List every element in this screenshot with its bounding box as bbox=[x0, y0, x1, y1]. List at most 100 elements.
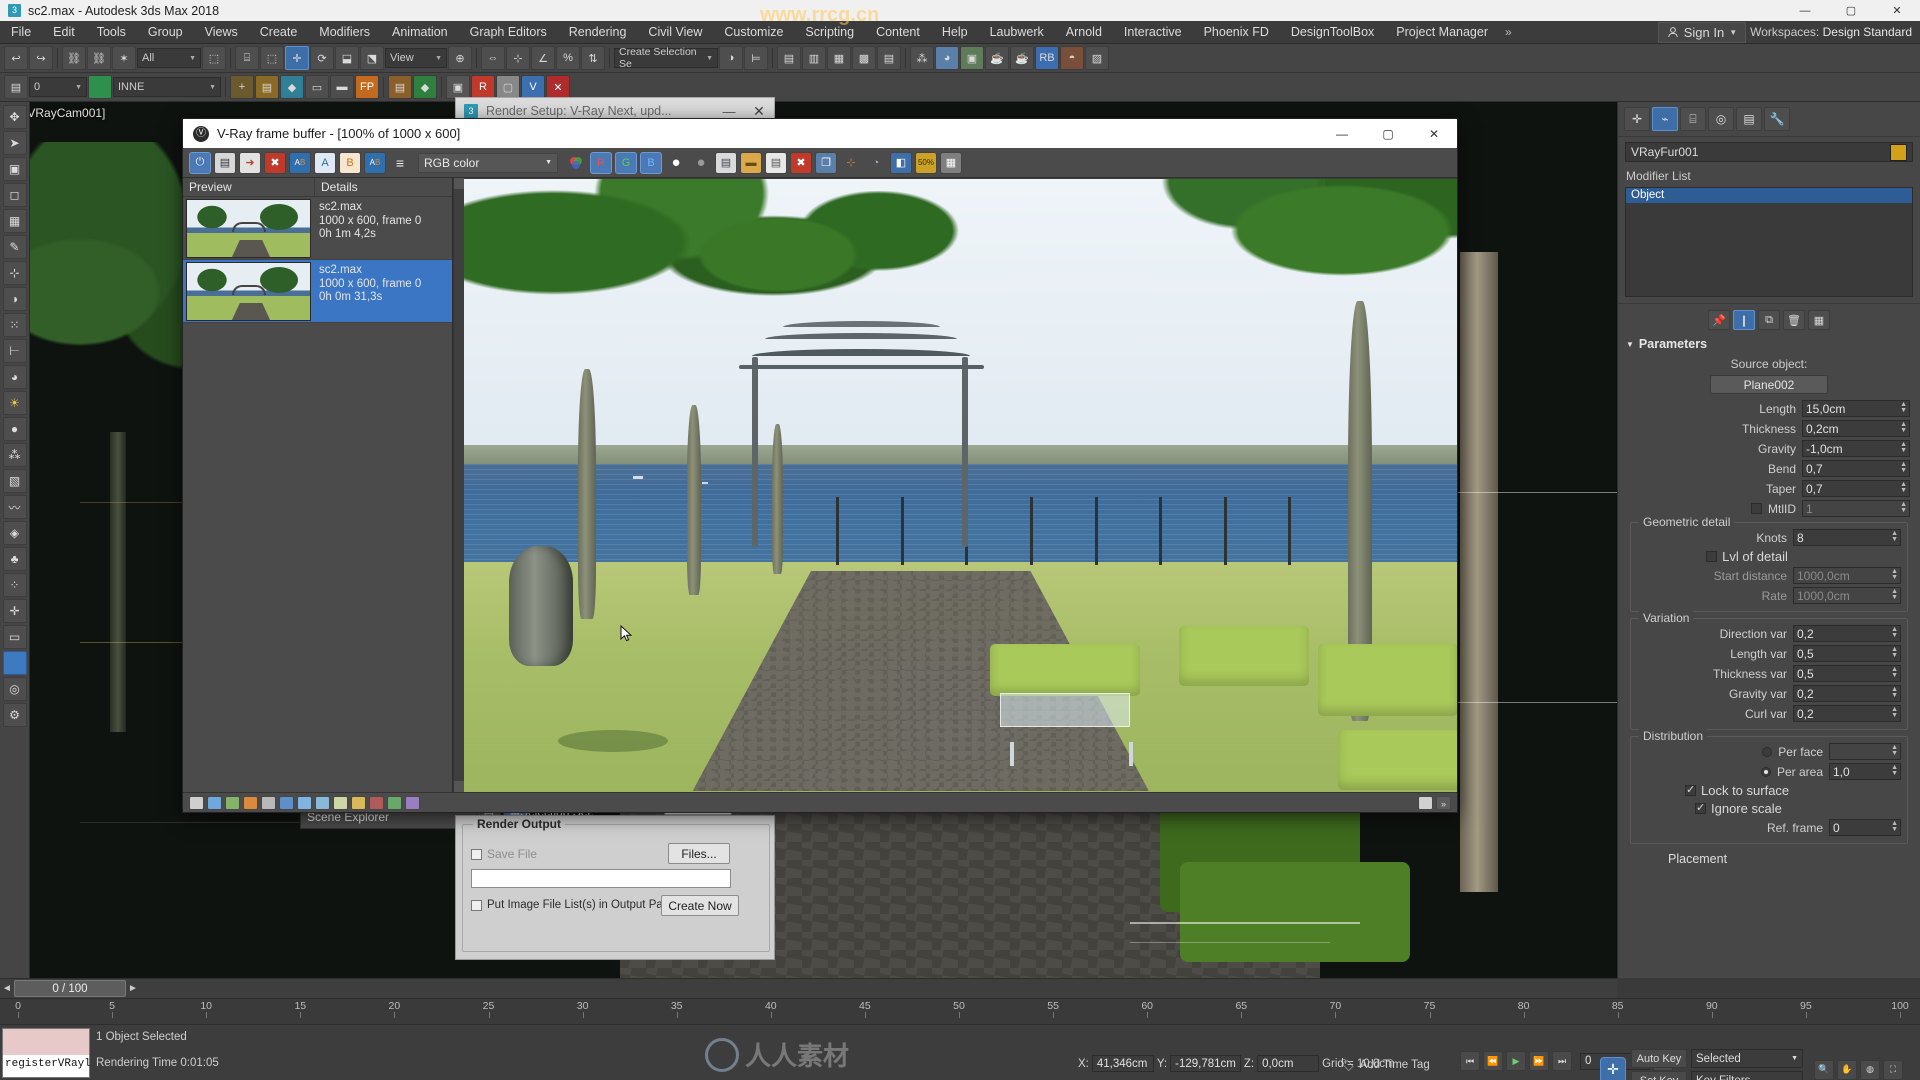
sun-icon[interactable]: ☀ bbox=[2, 391, 27, 415]
grid-icon[interactable]: ▦ bbox=[2, 209, 27, 233]
files-button[interactable]: Files... bbox=[668, 843, 730, 864]
previous-frame-icon[interactable]: ⏪ bbox=[1483, 1051, 1503, 1071]
vfb-maximize-button[interactable]: ▢ bbox=[1365, 119, 1411, 148]
menu-overflow-icon[interactable]: » bbox=[1499, 25, 1518, 39]
vray-proxy-icon[interactable]: ◈ bbox=[2, 521, 27, 545]
forest-icon[interactable]: ♣ bbox=[2, 547, 27, 571]
utilities-tab-icon[interactable]: 🔧 bbox=[1764, 107, 1790, 131]
spinner-arrows-icon[interactable]: ▲ ▼ bbox=[1891, 686, 1898, 699]
track-bar[interactable]: 0 5 10 15 20 25 30 35 40 45 50 55 60 65 70 75 80 85 90 95 10… bbox=[0, 998, 1920, 1024]
duplicate-vfb-icon[interactable]: ❐ bbox=[815, 151, 837, 174]
geometry-icon[interactable]: ▣ bbox=[2, 157, 27, 181]
scale-icon[interactable]: ⬓ bbox=[335, 46, 359, 70]
undo-icon[interactable]: ↩ bbox=[4, 46, 28, 70]
layer-manager-icon[interactable]: ▤ bbox=[4, 75, 28, 99]
stop-render-icon[interactable]: ✖ bbox=[790, 151, 812, 174]
menu-phoenix-fd[interactable]: Phoenix FD bbox=[1193, 21, 1280, 44]
minimize-button[interactable]: — bbox=[1782, 0, 1828, 21]
display-tab-icon[interactable]: ▤ bbox=[1736, 107, 1762, 131]
show-a-icon[interactable]: A bbox=[314, 151, 336, 174]
srgb-icon[interactable] bbox=[207, 795, 222, 810]
vignette-icon[interactable] bbox=[261, 795, 276, 810]
layer-color-icon[interactable] bbox=[88, 75, 112, 99]
mtlid-checkbox[interactable] bbox=[1751, 503, 1762, 514]
vfb-close-button[interactable]: ✕ bbox=[1411, 119, 1457, 148]
cloth-icon[interactable]: ▧ bbox=[2, 469, 27, 493]
save-file-checkbox[interactable] bbox=[471, 848, 482, 860]
selection-filter-combo[interactable]: All ▼ bbox=[137, 48, 201, 68]
pin-stack-icon[interactable]: 📌 bbox=[1708, 310, 1730, 330]
render-preview-icon[interactable]: ▣ bbox=[446, 75, 470, 99]
length-spinner[interactable]: 15,0cm ▲ ▼ bbox=[1802, 400, 1910, 417]
gravity-var-spinner[interactable]: 0,2 ▲ ▼ bbox=[1793, 685, 1901, 702]
region-render-icon[interactable]: ⊹ bbox=[840, 151, 862, 174]
spinner-arrows-icon[interactable]: ▲ ▼ bbox=[1891, 820, 1898, 833]
sphere-icon[interactable]: ● bbox=[2, 417, 27, 441]
layer-diamond-icon[interactable]: ◆ bbox=[280, 75, 304, 99]
gravity-spinner[interactable]: -1,0cm ▲ ▼ bbox=[1802, 440, 1910, 457]
container-icon[interactable]: ▤ bbox=[388, 75, 412, 99]
material-icon[interactable]: ◕ bbox=[2, 365, 27, 389]
set-key-button[interactable]: Set Key bbox=[1631, 1071, 1687, 1080]
menu-content[interactable]: Content bbox=[865, 21, 931, 44]
snapshot-icon[interactable]: ▭ bbox=[305, 75, 329, 99]
helper-icon[interactable]: ✛ bbox=[2, 599, 27, 623]
ref-frame-spinner[interactable]: 0 ▲ ▼ bbox=[1829, 819, 1901, 836]
spinner-arrows-icon[interactable]: ▲ ▼ bbox=[1891, 666, 1898, 679]
time-slider[interactable]: ◄ 0 / 100 ► bbox=[0, 978, 1617, 998]
mirror-icon[interactable]: ◑ bbox=[719, 46, 743, 70]
activeshade-icon[interactable]: ◓ bbox=[1060, 46, 1084, 70]
spinner-arrows-icon[interactable]: ▲ ▼ bbox=[1891, 646, 1898, 659]
render-batch-icon[interactable]: RB bbox=[1035, 46, 1059, 70]
key-filters-button[interactable]: Key Filters... bbox=[1691, 1071, 1803, 1080]
select-region-icon[interactable]: ⬚ bbox=[260, 46, 284, 70]
channel-list-icon[interactable]: ≡ bbox=[389, 151, 411, 174]
lvl-of-detail-checkbox[interactable] bbox=[1706, 551, 1718, 562]
create-tab-icon[interactable]: ✛ bbox=[1624, 107, 1650, 131]
modifier-stack-item[interactable]: Object bbox=[1626, 188, 1912, 203]
spinner-arrows-icon[interactable]: ▲ ▼ bbox=[1900, 481, 1907, 494]
lut-icon[interactable] bbox=[351, 795, 366, 810]
thickness-var-spinner[interactable]: 0,5 ▲ ▼ bbox=[1793, 665, 1901, 682]
source-object-button[interactable]: Plane002 bbox=[1710, 375, 1828, 394]
snapshot2-icon[interactable]: ▬ bbox=[330, 75, 354, 99]
save-image-icon[interactable]: ▤ bbox=[214, 151, 236, 174]
display-icon[interactable]: ◎ bbox=[2, 677, 27, 701]
select-link-icon[interactable]: ⛓ bbox=[62, 46, 86, 70]
menu-graph-editors[interactable]: Graph Editors bbox=[459, 21, 558, 44]
menu-animation[interactable]: Animation bbox=[381, 21, 459, 44]
show-b-icon[interactable]: B bbox=[339, 151, 361, 174]
create-icon[interactable]: ✥ bbox=[2, 105, 27, 129]
play-animation-icon[interactable]: ▶ bbox=[1506, 1051, 1526, 1071]
render-setup-icon[interactable]: ▣ bbox=[960, 46, 984, 70]
y-field[interactable]: -129,781cm bbox=[1170, 1055, 1241, 1072]
material-editor-icon[interactable]: ◕ bbox=[935, 46, 959, 70]
spinner-arrows-icon[interactable]: ▲ ▼ bbox=[1891, 744, 1898, 757]
use-pivot-center-icon[interactable]: ⊕ bbox=[448, 46, 472, 70]
menu-laubwerk[interactable]: Laubwerk bbox=[979, 21, 1055, 44]
bend-spinner[interactable]: 0,7 ▲ ▼ bbox=[1802, 460, 1910, 477]
menu-arnold[interactable]: Arnold bbox=[1055, 21, 1113, 44]
time-next-frame-button[interactable]: ► bbox=[126, 983, 140, 994]
array-icon[interactable]: ⁙ bbox=[2, 313, 27, 337]
start-distance-spinner[interactable]: 1000,0cm ▲ ▼ bbox=[1793, 567, 1901, 584]
percent-snap-icon[interactable]: % bbox=[556, 46, 580, 70]
spinner-snap-icon[interactable]: ⇅ bbox=[581, 46, 605, 70]
modify-tab-icon[interactable]: ⌁ bbox=[1652, 107, 1678, 131]
go-to-start-icon[interactable]: ⏮ bbox=[1460, 1051, 1480, 1071]
layer-filter-combo[interactable]: 0 ▼ bbox=[29, 77, 87, 97]
render-setup-dialog-icon[interactable]: R bbox=[471, 75, 495, 99]
hierarchy-tab-icon[interactable]: ⌸ bbox=[1680, 107, 1706, 131]
snap-toggle-icon[interactable]: ⊹ bbox=[506, 46, 530, 70]
rotate-icon[interactable]: ⟳ bbox=[310, 46, 334, 70]
region-icon[interactable] bbox=[1418, 795, 1433, 810]
color-corrections-icon[interactable]: ▦ bbox=[940, 151, 962, 174]
menu-create[interactable]: Create bbox=[249, 21, 309, 44]
utilities-icon[interactable]: ⚙ bbox=[2, 703, 27, 727]
layer-stack-icon[interactable]: ▤ bbox=[255, 75, 279, 99]
modifier-stack-list[interactable]: Object bbox=[1625, 187, 1913, 297]
history-row[interactable]: sc2.max 1000 x 600, frame 0 0h 0m 31,3s bbox=[183, 260, 452, 323]
lock-to-surface-checkbox[interactable] bbox=[1685, 783, 1696, 796]
hair-icon[interactable]: 〰 bbox=[2, 495, 27, 519]
maximize-button[interactable]: ▢ bbox=[1828, 0, 1874, 21]
